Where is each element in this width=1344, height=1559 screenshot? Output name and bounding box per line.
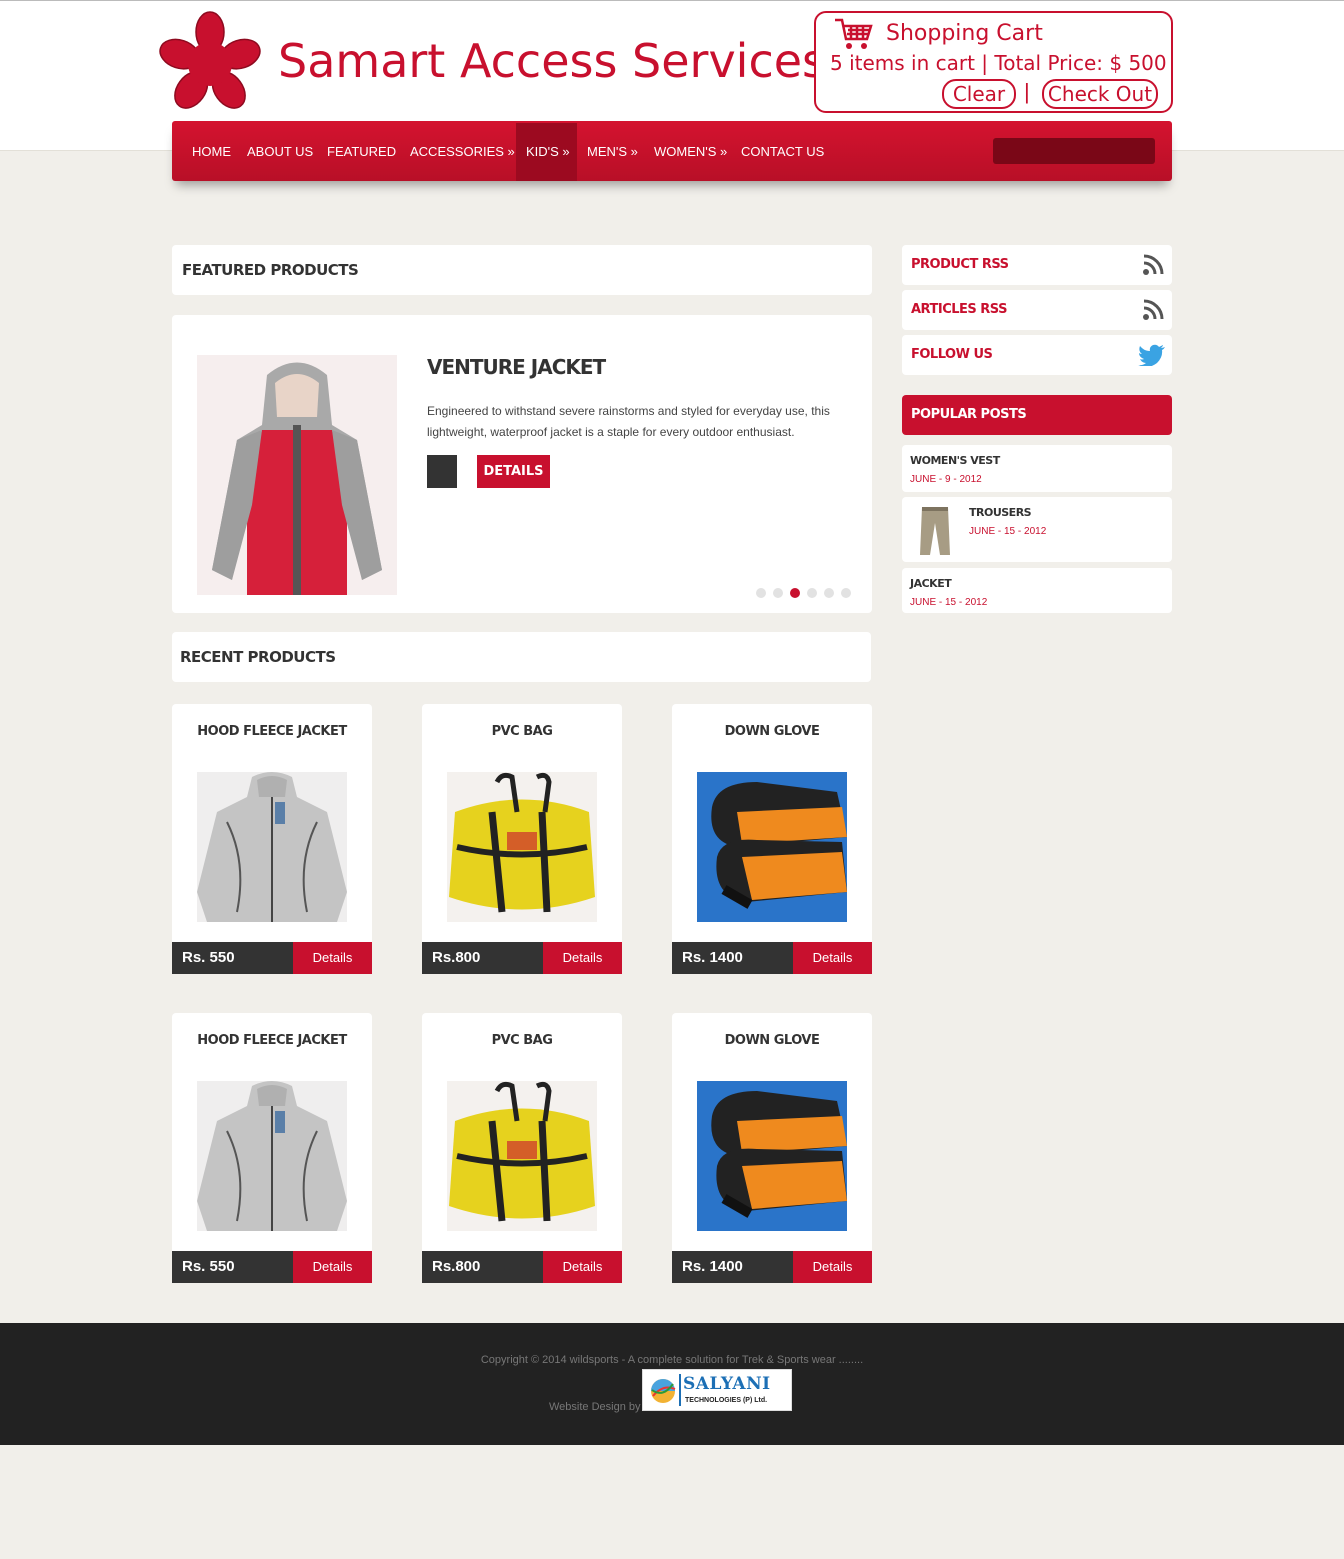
pvc-bag-image[interactable] — [447, 1081, 597, 1231]
salyani-globe-icon — [651, 1379, 676, 1403]
follow-us-label: FOLLOW US — [911, 347, 993, 362]
product-card: HOOD FLEECE JACKET Rs. 550 Details — [172, 704, 372, 974]
nav-home[interactable]: HOME — [182, 123, 241, 181]
product-name[interactable]: PVC BAG — [422, 1033, 622, 1048]
shopping-cart-widget: Shopping Cart 5 items in cart | Total Pr… — [814, 11, 1173, 113]
product-card: DOWN GLOVE Rs. 1400 Details — [672, 1013, 872, 1283]
footer: Copyright © 2014 wildsports - A complete… — [0, 1323, 1344, 1445]
slider-dot[interactable] — [824, 588, 834, 598]
product-card: PVC BAG Rs.800 Details — [422, 704, 622, 974]
main-navigation: HOME ABOUT US FEATURED ACCESSORIES » KID… — [172, 121, 1172, 181]
product-card: PVC BAG Rs.800 Details — [422, 1013, 622, 1283]
product-name[interactable]: HOOD FLEECE JACKET — [172, 724, 372, 739]
product-price: Rs. 1400 — [672, 1251, 793, 1283]
fleece-jacket-image[interactable] — [197, 1081, 347, 1231]
shopping-cart-icon[interactable] — [834, 17, 874, 51]
trousers-thumbnail[interactable] — [914, 503, 956, 557]
post-date: JUNE - 9 - 2012 — [910, 474, 982, 485]
slide-title[interactable]: VENTURE JACKET — [427, 355, 606, 379]
down-glove-image[interactable] — [697, 772, 847, 922]
twitter-icon — [1138, 344, 1165, 366]
slide-details-button[interactable]: DETAILS — [477, 455, 550, 488]
product-details-button[interactable]: Details — [543, 942, 622, 974]
search-input[interactable] — [993, 138, 1155, 164]
product-details-button[interactable]: Details — [293, 1251, 372, 1283]
recent-products-title: RECENT PRODUCTS — [180, 648, 336, 666]
post-title[interactable]: JACKET — [910, 577, 952, 590]
rss-icon — [1143, 254, 1164, 275]
salyani-name: SALYANI — [683, 1374, 771, 1394]
slider-dot[interactable] — [807, 588, 817, 598]
salyani-divider — [679, 1374, 681, 1406]
product-price: Rs. 550 — [172, 1251, 293, 1283]
product-name[interactable]: DOWN GLOVE — [672, 1033, 872, 1048]
articles-rss-label: ARTICLES RSS — [911, 302, 1007, 317]
product-details-button[interactable]: Details — [793, 942, 872, 974]
product-price: Rs. 1400 — [672, 942, 793, 974]
nav-about-us[interactable]: ABOUT US — [237, 123, 323, 181]
nav-accessories[interactable]: ACCESSORIES » — [400, 123, 525, 181]
recent-products-header: RECENT PRODUCTS — [172, 632, 871, 682]
nav-contact-us[interactable]: CONTACT US — [731, 123, 834, 181]
slider-dot[interactable] — [756, 588, 766, 598]
site-title[interactable]: Samart Access Services — [278, 34, 826, 88]
post-title[interactable]: WOMEN'S VEST — [910, 454, 1000, 467]
rss-icon — [1143, 299, 1164, 320]
product-price: Rs.800 — [422, 942, 543, 974]
cart-title: Shopping Cart — [886, 21, 1043, 46]
popular-post-item[interactable]: WOMEN'S VEST JUNE - 9 - 2012 — [902, 445, 1172, 492]
featured-slider: VENTURE JACKET Engineered to withstand s… — [172, 315, 872, 613]
nav-mens[interactable]: MEN'S » — [577, 123, 648, 181]
cart-separator: | — [1024, 79, 1030, 104]
salyani-logo[interactable]: SALYANI TECHNOLOGIES (P) Ltd. — [642, 1369, 792, 1411]
cart-summary: 5 items in cart | Total Price: $ 500 — [830, 51, 1167, 75]
product-name[interactable]: DOWN GLOVE — [672, 724, 872, 739]
product-rss-link[interactable]: PRODUCT RSS — [902, 245, 1172, 285]
post-title[interactable]: TROUSERS — [969, 506, 1032, 519]
popular-posts-title: POPULAR POSTS — [911, 407, 1027, 422]
popular-post-item[interactable]: JACKET JUNE - 15 - 2012 — [902, 568, 1172, 613]
product-card: DOWN GLOVE Rs. 1400 Details — [672, 704, 872, 974]
venture-jacket-image[interactable] — [197, 355, 397, 595]
down-glove-image[interactable] — [697, 1081, 847, 1231]
product-name[interactable]: PVC BAG — [422, 724, 622, 739]
product-details-button[interactable]: Details — [293, 942, 372, 974]
checkout-button[interactable]: Check Out — [1042, 79, 1158, 109]
design-by-text: Website Design by — [549, 1401, 641, 1413]
follow-us-link[interactable]: FOLLOW US — [902, 335, 1172, 375]
fleece-jacket-image[interactable] — [197, 772, 347, 922]
salyani-subtitle: TECHNOLOGIES (P) Ltd. — [685, 1397, 768, 1404]
featured-products-title: FEATURED PRODUCTS — [182, 261, 359, 279]
slide-prev-button[interactable] — [427, 455, 457, 488]
product-rss-label: PRODUCT RSS — [911, 257, 1009, 272]
slide-description: Engineered to withstand severe rainstorm… — [427, 404, 830, 439]
nav-womens[interactable]: WOMEN'S » — [644, 123, 737, 181]
popular-post-item[interactable]: TROUSERS JUNE - 15 - 2012 — [902, 497, 1172, 562]
nav-kids[interactable]: KID'S » — [516, 123, 577, 181]
slider-dot[interactable] — [841, 588, 851, 598]
featured-products-header: FEATURED PRODUCTS — [172, 245, 872, 295]
product-details-button[interactable]: Details — [543, 1251, 622, 1283]
slider-dot[interactable] — [773, 588, 783, 598]
product-price: Rs.800 — [422, 1251, 543, 1283]
articles-rss-link[interactable]: ARTICLES RSS — [902, 290, 1172, 330]
post-date: JUNE - 15 - 2012 — [969, 526, 1047, 537]
nav-featured[interactable]: FEATURED — [317, 123, 406, 181]
product-name[interactable]: HOOD FLEECE JACKET — [172, 1033, 372, 1048]
flower-logo-icon[interactable] — [158, 10, 262, 112]
product-details-button[interactable]: Details — [793, 1251, 872, 1283]
slider-dot-active[interactable] — [790, 588, 800, 598]
product-card: HOOD FLEECE JACKET Rs. 550 Details — [172, 1013, 372, 1283]
copyright-text: Copyright © 2014 wildsports - A complete… — [480, 1354, 864, 1366]
post-date: JUNE - 15 - 2012 — [910, 597, 988, 608]
popular-posts-header: POPULAR POSTS — [902, 395, 1172, 435]
pvc-bag-image[interactable] — [447, 772, 597, 922]
product-price: Rs. 550 — [172, 942, 293, 974]
clear-cart-button[interactable]: Clear — [942, 79, 1016, 109]
